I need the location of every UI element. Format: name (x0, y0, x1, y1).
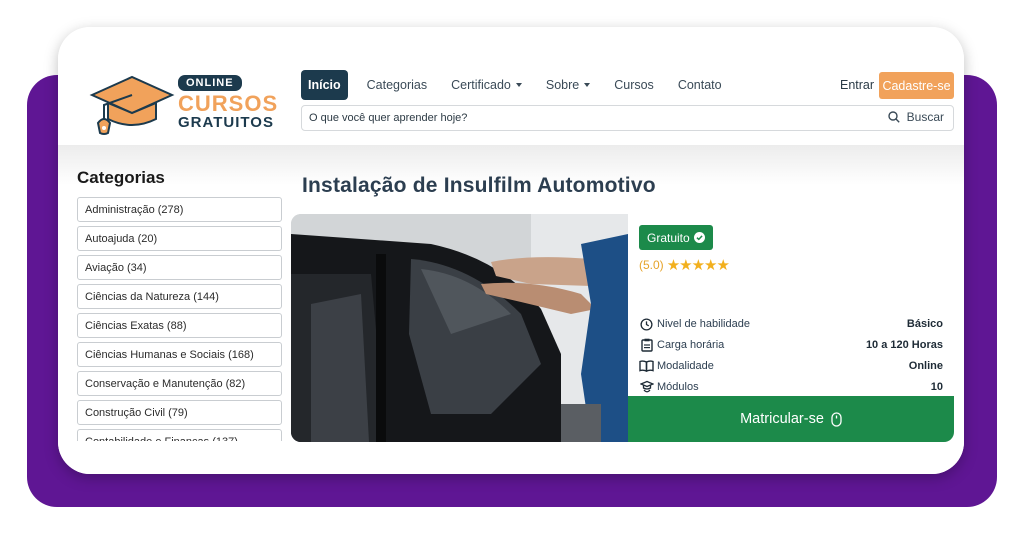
logo-gratuitos-text: GRATUITOS (178, 114, 274, 131)
nav-certificado-label: Certificado (451, 78, 511, 92)
free-badge: Gratuito (639, 225, 713, 250)
rating-score: (5.0) (639, 258, 664, 272)
clipboard-icon (639, 338, 654, 353)
check-circle-icon (693, 232, 705, 243)
category-item[interactable]: Contabilidade e Finanças (137) (77, 429, 282, 441)
signup-button[interactable]: Cadastre-se (879, 72, 954, 99)
nav-inicio-label: Início (308, 78, 341, 92)
detail-label: Módulos (657, 381, 699, 393)
nav-cursos[interactable]: Cursos (614, 78, 654, 92)
nav-contato-label: Contato (677, 78, 722, 92)
site-header: ONLINE CURSOS GRATUITOS Início Categoria… (58, 27, 964, 145)
category-item[interactable]: Ciências Exatas (88) (77, 313, 282, 338)
detail-value: 10 (930, 381, 943, 393)
search-input[interactable]: O que você quer aprender hoje? (309, 112, 467, 124)
category-item[interactable]: Ciências Humanas e Sociais (168) (77, 342, 282, 367)
enroll-button-label: Matricular-se (740, 411, 824, 427)
category-item[interactable]: Conservação e Manutenção (82) (77, 371, 282, 396)
star-rating-icon: ★★★★★ (666, 257, 730, 274)
logo-online-text: ONLINE (178, 75, 242, 91)
chevron-down-icon (515, 83, 522, 87)
nav-contato[interactable]: Contato (678, 78, 722, 92)
nav-categorias[interactable]: Categorias (367, 78, 427, 92)
enroll-button[interactable]: Matricular-se (628, 396, 954, 442)
search-icon (887, 111, 900, 123)
page: ONLINE CURSOS GRATUITOS Início Categoria… (0, 0, 1024, 536)
nav-inicio[interactable]: Início (301, 70, 348, 100)
rating: (5.0) ★★★★★ (639, 256, 730, 274)
logo-cursos-text: CURSOS (178, 91, 279, 116)
chevron-down-icon (584, 83, 591, 87)
category-list[interactable]: Administração (278) Autoajuda (20) Aviaç… (77, 197, 282, 441)
nav-certificado[interactable]: Certificado (451, 78, 522, 92)
main-nav: Início Categorias Certificado Sobre Curs… (301, 70, 746, 100)
login-link[interactable]: Entrar (840, 78, 874, 92)
logo-wordmark[interactable]: ONLINE CURSOS GRATUITOS (178, 73, 278, 131)
detail-value: Online (908, 360, 943, 372)
category-item[interactable]: Aviação (34) (77, 255, 282, 280)
nav-categorias-label: Categorias (366, 78, 428, 92)
graduate-icon (639, 380, 654, 395)
detail-value: Básico (906, 318, 943, 330)
search-bar: O que você quer aprender hoje? Buscar (301, 105, 954, 131)
course-photo (291, 214, 628, 442)
category-item[interactable]: Administração (278) (77, 197, 282, 222)
category-item[interactable]: Ciências da Natureza (144) (77, 284, 282, 309)
mouse-icon (831, 411, 842, 427)
detail-modality: Modalidade Online (639, 357, 943, 375)
detail-value: 10 a 120 Horas (865, 339, 943, 351)
detail-label: Modalidade (657, 360, 714, 372)
book-icon (639, 359, 654, 374)
search-button[interactable]: Buscar (887, 110, 944, 124)
search-button-label: Buscar (906, 110, 944, 124)
detail-label: Nivel de habilidade (657, 318, 750, 330)
sidebar-title: Categorias (77, 168, 165, 187)
free-badge-label: Gratuito (647, 230, 690, 245)
course-title: Instalação de Insulfilm Automotivo (302, 174, 656, 197)
detail-label: Carga horária (657, 339, 725, 351)
nav-sobre[interactable]: Sobre (545, 78, 591, 92)
clock-icon (639, 317, 654, 332)
detail-workload: Carga horária 10 a 120 Horas (639, 336, 943, 354)
course-info-panel: Gratuito (5.0) ★★★★★ Nivel de habilidade… (628, 214, 954, 442)
detail-skill-level: Nivel de habilidade Básico (639, 315, 943, 333)
category-item[interactable]: Construção Civil (79) (77, 400, 282, 425)
browser-card: ONLINE CURSOS GRATUITOS Início Categoria… (58, 27, 964, 474)
category-item[interactable]: Autoajuda (20) (77, 226, 282, 251)
detail-modules: Módulos 10 (639, 378, 943, 396)
nav-cursos-label: Cursos (614, 78, 654, 92)
nav-sobre-label: Sobre (545, 78, 580, 92)
